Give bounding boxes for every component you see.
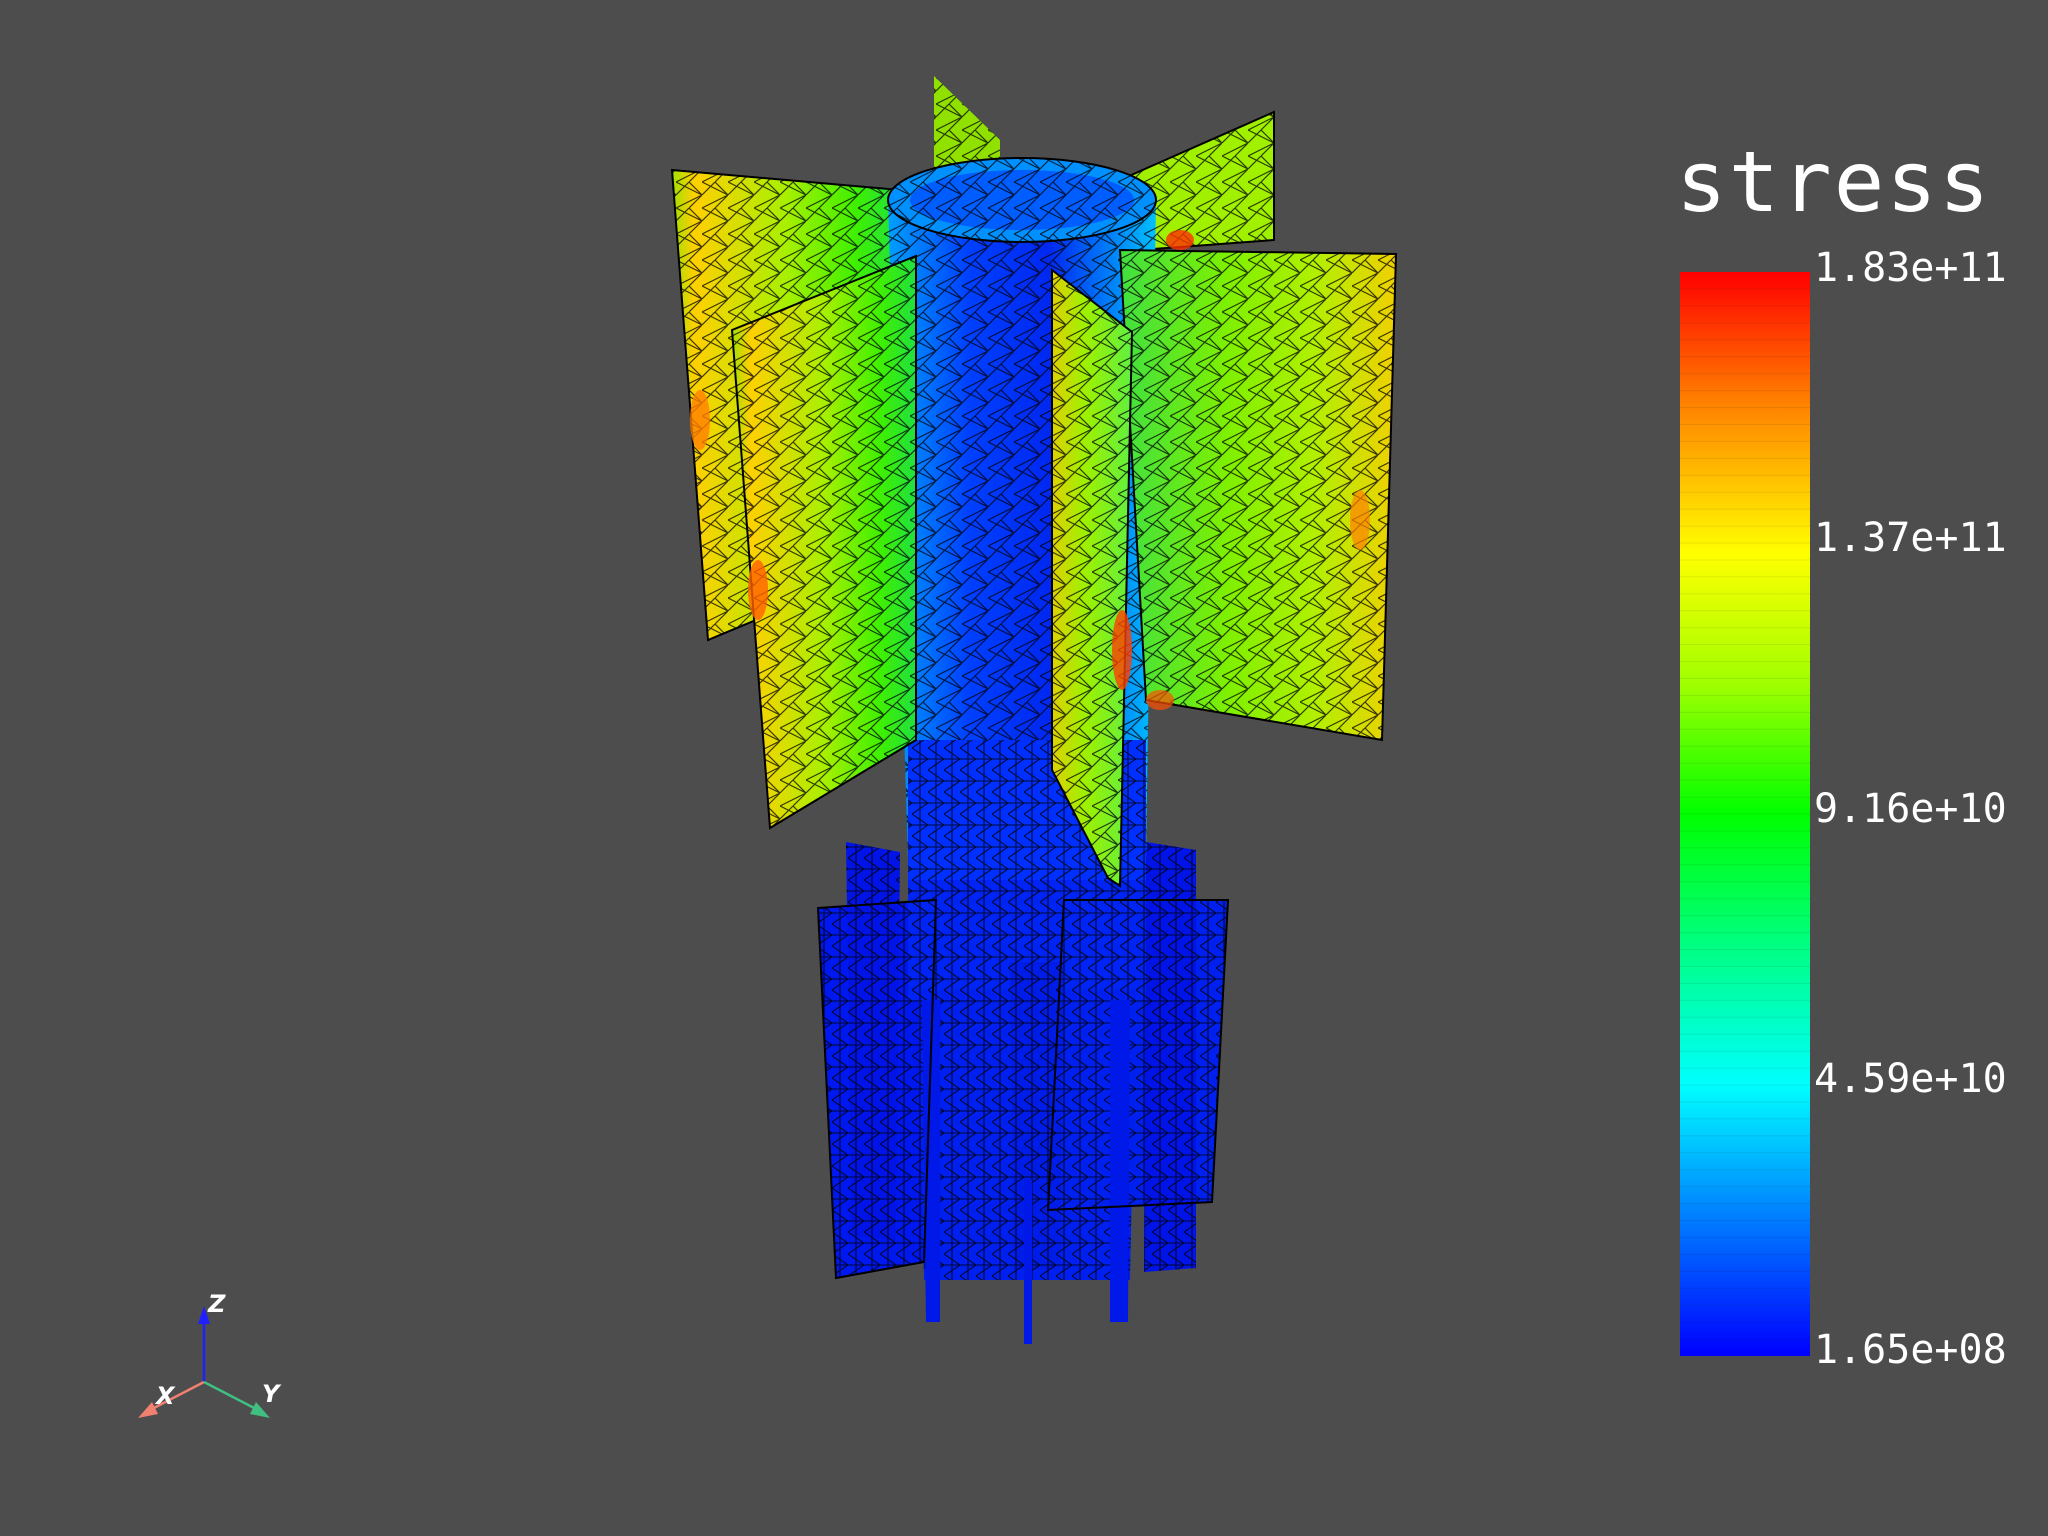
scalar-tick-label: 1.65e+08: [1814, 1327, 2007, 1373]
scalar-tick-label: 4.59e+10: [1814, 1056, 2007, 1102]
scalar-tick-label: 1.83e+11: [1814, 245, 2007, 291]
y-axis-line: [203, 1380, 259, 1412]
x-axis-arrow-icon: [138, 1402, 158, 1418]
orientation-axes: Z X Y: [138, 1290, 282, 1418]
scalar-colorbar: [1680, 272, 1810, 1356]
scalar-tick-label: 1.37e+11: [1814, 515, 2007, 561]
scalar-tick-label: 9.16e+10: [1814, 786, 2007, 832]
z-axis-label: Z: [207, 1290, 226, 1318]
y-axis-label: Y: [262, 1380, 282, 1408]
stress-mesh-model[interactable]: [670, 76, 1398, 1344]
scalar-bar-title: stress: [1676, 133, 1992, 231]
x-axis-label: X: [154, 1382, 176, 1410]
